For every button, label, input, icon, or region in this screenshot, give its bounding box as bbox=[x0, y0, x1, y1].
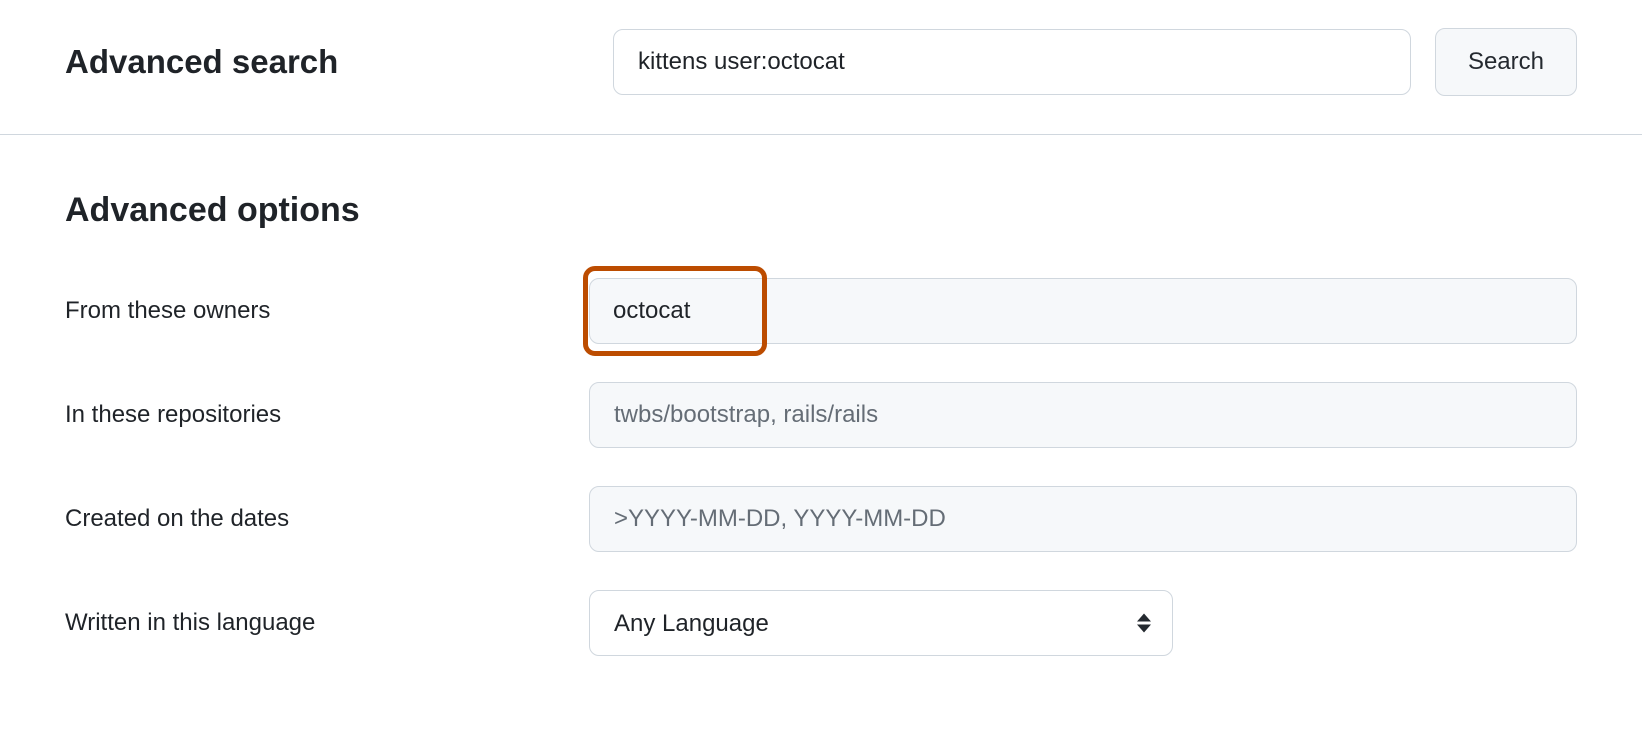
repositories-input[interactable] bbox=[589, 382, 1577, 448]
language-label: Written in this language bbox=[65, 609, 589, 637]
repositories-row: In these repositories bbox=[65, 382, 1577, 448]
advanced-options-section: Advanced options From these owners octoc… bbox=[0, 135, 1642, 734]
section-title: Advanced options bbox=[65, 191, 1577, 230]
owners-field-wrap: octocat bbox=[589, 278, 1577, 344]
repositories-label: In these repositories bbox=[65, 401, 589, 429]
advanced-search-header: Advanced search Search bbox=[0, 0, 1642, 135]
owners-label: From these owners bbox=[65, 297, 589, 325]
owners-row: From these owners octocat bbox=[65, 278, 1577, 344]
language-row: Written in this language Any Language bbox=[65, 590, 1577, 656]
dates-row: Created on the dates bbox=[65, 486, 1577, 552]
owners-input[interactable] bbox=[589, 278, 1577, 344]
page-title: Advanced search bbox=[65, 43, 589, 81]
search-button[interactable]: Search bbox=[1435, 28, 1577, 96]
language-select-wrap: Any Language bbox=[589, 590, 1173, 656]
dates-input[interactable] bbox=[589, 486, 1577, 552]
search-query-input[interactable] bbox=[613, 29, 1411, 95]
language-select[interactable]: Any Language bbox=[589, 590, 1173, 656]
dates-label: Created on the dates bbox=[65, 505, 589, 533]
